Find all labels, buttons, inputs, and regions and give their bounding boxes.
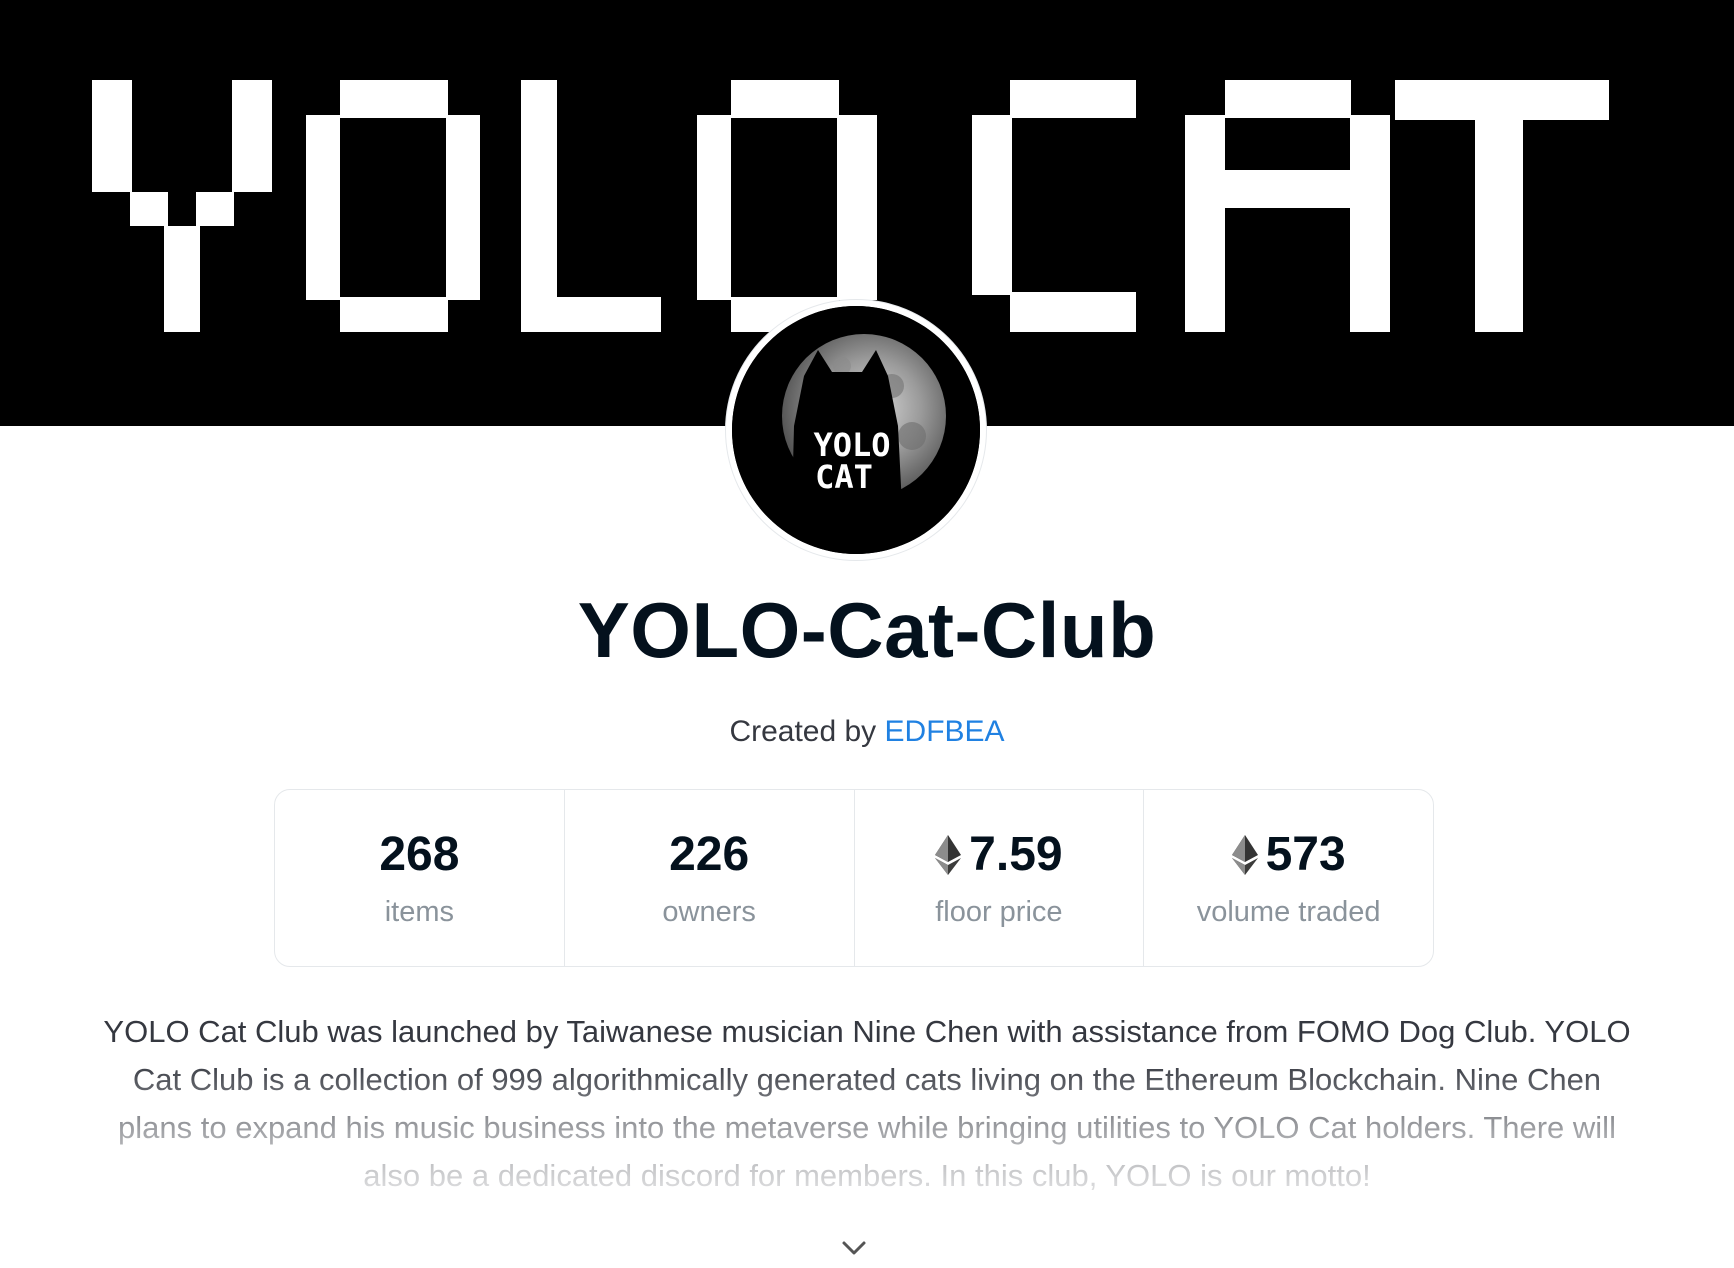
svg-text:CAT: CAT (815, 458, 873, 496)
collection-stats: 268 items 226 owners 7.59 floor price 57… (274, 789, 1434, 967)
stat-label: volume traded (1196, 896, 1381, 928)
stat-value: 268 (379, 828, 460, 881)
stat-label: owners (662, 896, 756, 928)
creator-link[interactable]: EDFBEA (885, 715, 1005, 748)
stat-label: floor price (935, 896, 1063, 928)
created-by-label: Created by (729, 715, 885, 748)
chevron-down-icon[interactable] (840, 1238, 868, 1258)
floor-price-value: 7.59 (969, 828, 1063, 881)
stat-value-row: 573 (1231, 826, 1346, 884)
collection-title: YOLO-Cat-Club (577, 586, 1157, 674)
stat-value: 226 (669, 828, 750, 881)
stat-value-row: 7.59 (935, 826, 1063, 884)
collection-avatar[interactable]: YOLO CAT (726, 300, 986, 560)
stat-floor-price[interactable]: 7.59 floor price (855, 790, 1145, 966)
volume-traded-value: 573 (1265, 828, 1346, 881)
collection-page: YOLO CAT YOLO-Cat-Club Created by EDFBEA… (0, 0, 1734, 1268)
yolo-cat-logo-icon: YOLO CAT (732, 306, 980, 554)
stat-owners[interactable]: 226 owners (565, 790, 855, 966)
stat-items[interactable]: 268 items (275, 790, 565, 966)
ethereum-icon (1231, 835, 1258, 875)
created-by: Created by EDFBEA (0, 712, 1734, 752)
collection-description: YOLO Cat Club was launched by Taiwanese … (103, 1014, 1631, 1193)
stat-volume-traded[interactable]: 573 volume traded (1144, 790, 1433, 966)
avatar-image: YOLO CAT (732, 306, 980, 554)
stat-label: items (384, 896, 455, 928)
ethereum-icon (935, 835, 962, 875)
